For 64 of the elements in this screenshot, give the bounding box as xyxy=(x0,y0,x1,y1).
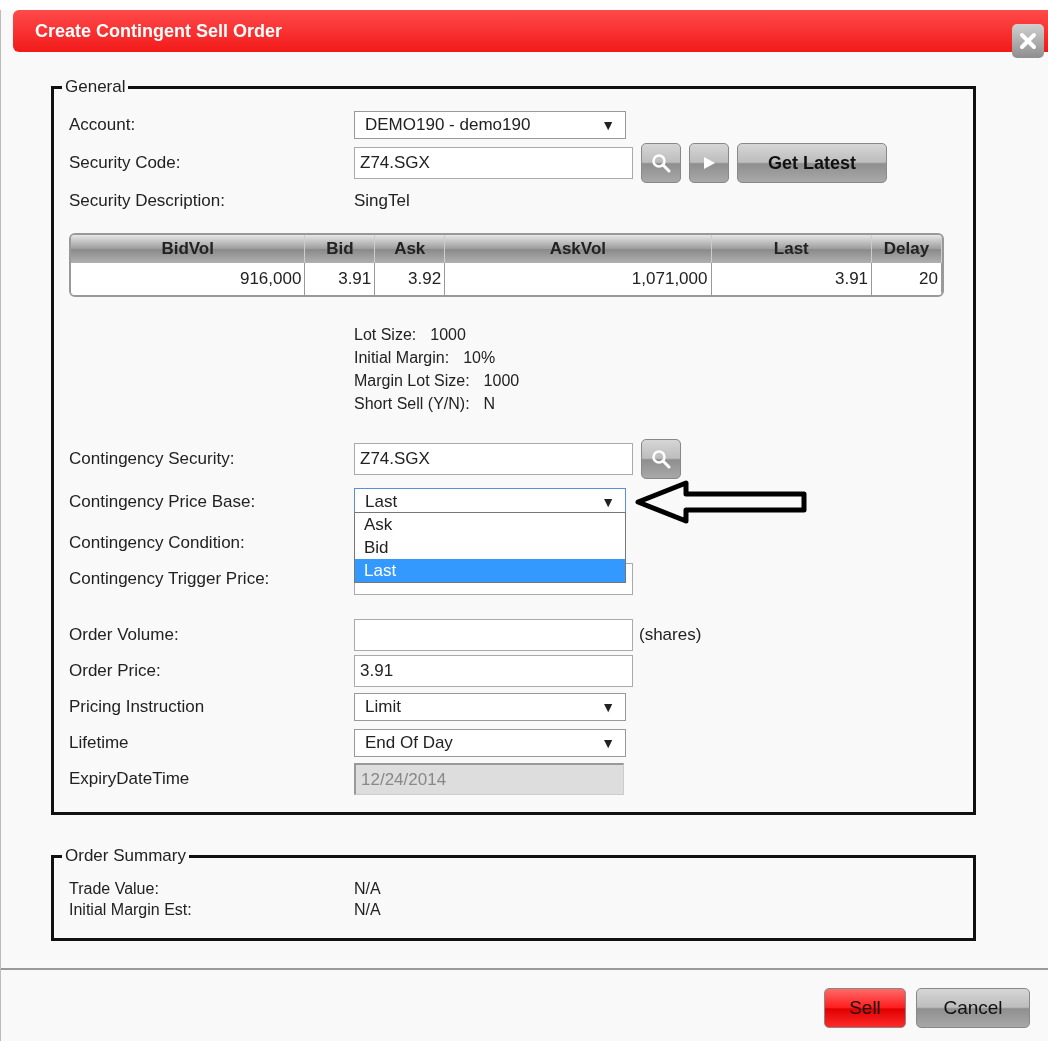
dropdown-arrow-icon: ▼ xyxy=(601,696,615,718)
search-button[interactable] xyxy=(641,143,681,183)
play-button[interactable] xyxy=(689,143,729,183)
column-header: Last xyxy=(711,235,873,263)
info-value: N xyxy=(483,394,496,414)
field-value: SingTel xyxy=(354,190,410,213)
window-title: Create Contingent Sell Order xyxy=(35,19,283,43)
search-icon xyxy=(651,449,671,469)
field-label: ExpiryDateTime xyxy=(69,768,191,791)
play-icon xyxy=(702,156,716,170)
field-label: Contingency Price Base: xyxy=(69,491,257,514)
dropdown[interactable]: DEMO190 - demo190 ▼ xyxy=(354,111,626,139)
dropdown-arrow-icon: ▼ xyxy=(601,732,615,754)
summary-label: Initial Margin Est: xyxy=(69,900,193,920)
column-header: BidVol xyxy=(71,235,306,263)
dropdown[interactable]: End Of Day ▼ xyxy=(354,729,626,757)
dropdown-option[interactable]: Bid xyxy=(355,536,625,559)
sell-button[interactable]: Sell xyxy=(824,988,906,1028)
search-icon xyxy=(651,153,671,173)
close-button[interactable] xyxy=(1012,24,1044,58)
cancel-button[interactable]: Cancel xyxy=(916,988,1030,1028)
get-latest-button[interactable]: Get Latest xyxy=(737,143,887,183)
dropdown-option[interactable]: Ask xyxy=(355,513,625,536)
column-header: AskVol xyxy=(445,235,712,263)
info-value: 1000 xyxy=(430,325,466,345)
table-cell: 3.91 xyxy=(711,263,873,295)
field-label: Security Code: xyxy=(69,152,182,175)
field-label: Account: xyxy=(69,114,137,137)
summary-value: N/A xyxy=(354,879,381,899)
table-cell: 3.92 xyxy=(375,263,446,295)
input-field[interactable]: Z74.SGX xyxy=(354,147,633,179)
field-label: Security Description: xyxy=(69,190,226,213)
close-icon xyxy=(1019,32,1037,50)
field-label: Lifetime xyxy=(69,732,130,755)
table-cell: 1,071,000 xyxy=(445,263,712,295)
column-header: Ask xyxy=(375,235,446,263)
info-label: Margin Lot Size: xyxy=(354,371,470,391)
field-label: Order Volume: xyxy=(69,624,180,647)
dropdown-arrow-icon: ▼ xyxy=(601,491,615,513)
search-button[interactable] xyxy=(641,439,681,479)
summary-label: Trade Value: xyxy=(69,879,160,899)
info-label: Initial Margin: xyxy=(354,348,450,368)
column-header: Delay xyxy=(872,235,942,263)
column-header: Bid xyxy=(305,235,376,263)
input-field[interactable]: 3.91 xyxy=(354,655,633,687)
input-field[interactable] xyxy=(354,619,633,651)
field-label: Contingency Condition: xyxy=(69,532,246,555)
field-label: Contingency Trigger Price: xyxy=(69,568,271,591)
input-field[interactable]: Z74.SGX xyxy=(354,443,633,475)
table-cell: 916,000 xyxy=(71,263,306,295)
unit-label: (shares) xyxy=(639,624,702,647)
dropdown[interactable]: Limit ▼ xyxy=(354,693,626,721)
field-label: Pricing Instruction xyxy=(69,696,206,719)
info-label: Lot Size: xyxy=(354,325,417,345)
info-value: 10% xyxy=(463,348,496,368)
fieldset-legend: Order Summary xyxy=(62,846,189,866)
summary-value: N/A xyxy=(354,900,381,920)
table-cell: 3.91 xyxy=(305,263,376,295)
dropdown-arrow-icon: ▼ xyxy=(601,114,615,136)
info-value: 1000 xyxy=(483,371,520,391)
field-label: Order Price: xyxy=(69,660,162,683)
table-cell: 20 xyxy=(872,263,942,295)
field-label: Contingency Security: xyxy=(69,448,236,471)
info-label: Short Sell (Y/N): xyxy=(354,394,470,414)
